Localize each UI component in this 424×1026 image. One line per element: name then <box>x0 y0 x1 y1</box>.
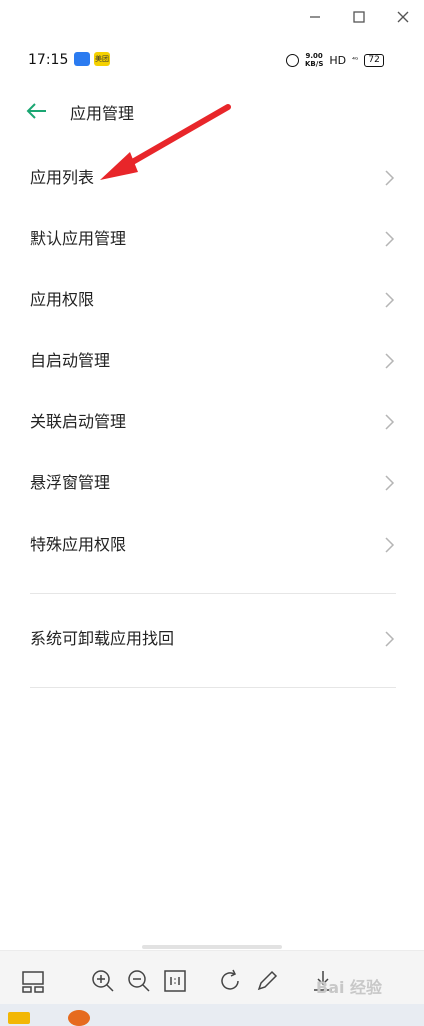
menu-item-app-list[interactable]: 应用列表 <box>0 148 424 208</box>
menu-item-label: 悬浮窗管理 <box>30 473 111 492</box>
arrow-left-icon <box>26 103 46 119</box>
net-speed-value: 9.00 <box>305 52 323 60</box>
menu-item-label: 应用列表 <box>30 168 95 187</box>
browser-icon[interactable] <box>68 1010 90 1026</box>
scroll-indicator <box>142 945 282 949</box>
chevron-right-icon <box>385 292 395 308</box>
net-speed-unit: KB/S <box>305 60 324 68</box>
meituan-badge-icon: 美团 <box>94 52 110 66</box>
minimize-button[interactable] <box>302 4 328 30</box>
menu-item-special-permissions[interactable]: 特殊应用权限 <box>0 515 424 575</box>
hd-indicator: HD <box>329 53 347 67</box>
chevron-right-icon <box>385 353 395 369</box>
actual-size-icon[interactable] <box>162 968 188 994</box>
chevron-right-icon <box>385 231 395 247</box>
page-title: 应用管理 <box>70 104 135 123</box>
menu-item-default-apps[interactable]: 默认应用管理 <box>0 209 424 269</box>
zoom-out-icon[interactable] <box>126 968 152 994</box>
chevron-right-icon <box>385 414 395 430</box>
alarm-icon <box>286 53 299 67</box>
rotate-icon[interactable] <box>218 968 244 994</box>
close-icon <box>397 11 409 23</box>
maximize-icon <box>353 11 365 23</box>
menu-item-restore-system-apps[interactable]: 系统可卸载应用找回 <box>0 609 424 669</box>
chevron-right-icon <box>385 170 395 186</box>
menu-item-label: 关联启动管理 <box>30 412 127 431</box>
menu-item-floating-window[interactable]: 悬浮窗管理 <box>0 453 424 513</box>
menu-item-autostart[interactable]: 自启动管理 <box>0 331 424 391</box>
minimize-icon <box>310 16 320 18</box>
divider <box>30 687 396 688</box>
watermark: Bai 经验 <box>316 978 383 997</box>
divider <box>30 593 396 594</box>
menu-item-label: 默认应用管理 <box>30 229 127 248</box>
edit-pencil-icon[interactable] <box>254 968 280 994</box>
signal-icon: ⁴ᴳ <box>352 56 359 64</box>
chevron-right-icon <box>385 631 395 647</box>
menu-item-label: 系统可卸载应用找回 <box>30 629 175 648</box>
menu-item-label: 特殊应用权限 <box>30 535 127 554</box>
chevron-right-icon <box>385 537 395 553</box>
menu-item-label: 自启动管理 <box>30 351 111 370</box>
app-notification-icon <box>74 52 90 66</box>
menu-item-associated-start[interactable]: 关联启动管理 <box>0 392 424 452</box>
back-button[interactable] <box>24 98 50 124</box>
status-time: 17:15 <box>28 52 69 68</box>
menu-item-app-permissions[interactable]: 应用权限 <box>0 270 424 330</box>
close-button[interactable] <box>390 4 416 30</box>
battery-icon: 72 <box>364 53 384 67</box>
net-speed: 9.00 KB/S <box>305 52 323 68</box>
zoom-in-icon[interactable] <box>90 968 116 994</box>
thumbnail-view-icon[interactable] <box>20 968 46 994</box>
menu-item-label: 应用权限 <box>30 290 95 309</box>
maximize-button[interactable] <box>346 4 372 30</box>
folder-icon[interactable] <box>8 1012 30 1024</box>
status-indicators: 9.00 KB/S HD ⁴ᴳ 72 <box>286 52 384 68</box>
chevron-right-icon <box>385 475 395 491</box>
taskbar <box>0 1004 424 1026</box>
